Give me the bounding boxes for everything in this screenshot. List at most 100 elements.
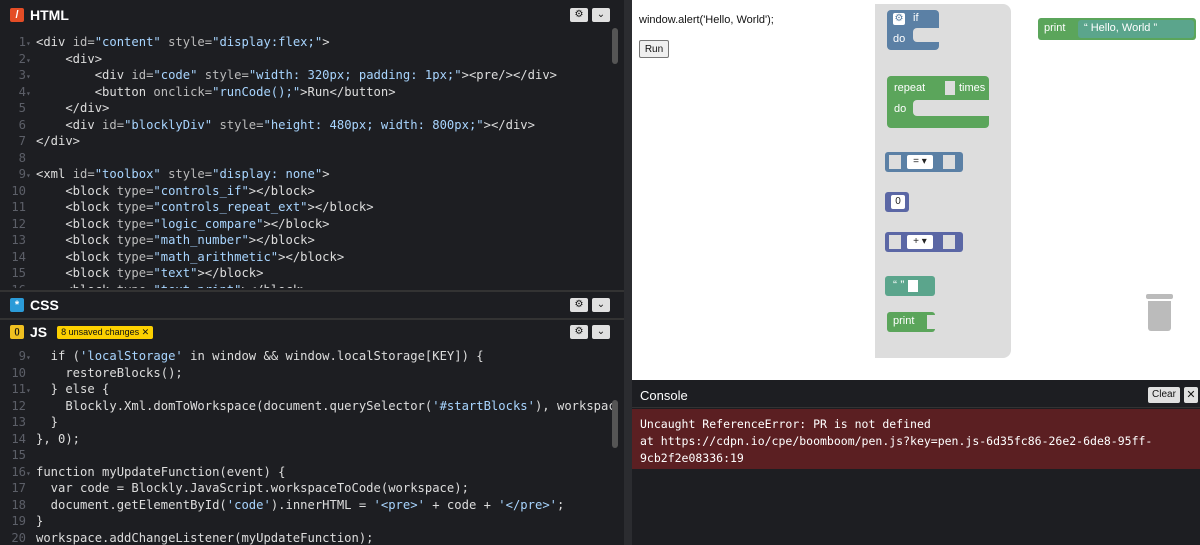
html-settings-gear-icon[interactable]: ⚙ [570, 8, 588, 22]
text-block[interactable]: “ ” [885, 276, 935, 296]
line-number: 16 [11, 464, 26, 479]
text-print-block[interactable]: print [887, 312, 935, 332]
workspace-print-block[interactable]: print “ Hello, World ” [1038, 18, 1196, 40]
line-number: 4 [18, 84, 26, 99]
html-code-line[interactable]: 15 <block type="text"></block> [0, 265, 263, 282]
code-token: ></block> [241, 283, 307, 289]
code-token: <block [36, 233, 117, 247]
html-collapse-chevron-down-icon[interactable]: ⌄ [592, 8, 610, 22]
unsaved-changes-badge[interactable]: 8 unsaved changes ✕ [57, 325, 154, 339]
controls-if-block[interactable]: ⚙ if do [887, 10, 939, 50]
code-token: '<pre>' [373, 497, 425, 512]
gear-icon[interactable]: ⚙ [893, 13, 905, 25]
fold-chevron-icon[interactable]: ▾ [26, 85, 36, 102]
css-panel-header[interactable]: * CSS ⚙ ⌄ [0, 292, 624, 318]
html-panel-header[interactable]: / HTML ⚙ ⌄ [0, 0, 624, 30]
fold-chevron-icon[interactable]: ▾ [26, 349, 36, 366]
workspace-text-value[interactable]: “ Hello, World ” [1084, 22, 1157, 34]
line-number: 12 [11, 216, 26, 231]
js-panel-title: JS [30, 324, 48, 340]
fold-chevron-icon[interactable]: ▾ [26, 382, 36, 399]
arith-operator-dropdown[interactable]: + ▾ [907, 235, 933, 249]
code-token: ><pre/></div> [461, 68, 557, 82]
code-token: + code + [424, 497, 499, 512]
fold-chevron-icon[interactable]: ▾ [26, 35, 36, 52]
panel-resize-gutter[interactable] [624, 0, 632, 545]
js-code-line[interactable]: 18 document.getElementById('code').inner… [0, 497, 564, 514]
html-code-line[interactable]: 9▾ <xml id="toolbox" style="display: none… [0, 166, 330, 183]
html-code-line[interactable]: 12 <block type="logic_compare"></block> [0, 216, 329, 233]
js-scrollbar[interactable] [612, 400, 618, 448]
line-number: 14 [11, 431, 26, 446]
js-code-line[interactable]: 15 [0, 447, 36, 464]
html-code-line[interactable]: 10 <block type="controls_if"></block> [0, 183, 315, 200]
html-code-line[interactable]: 4▾ <button onclick="runCode();">Run</but… [0, 84, 396, 101]
compare-operator-dropdown[interactable]: = ▾ [907, 155, 933, 169]
blockly-toolbox-flyout: ⚙ if do repeat times do = ▾ 0 + ▾ “ ” pr… [875, 4, 1011, 358]
code-token: id= [102, 117, 125, 132]
js-code-line[interactable]: 16▾ function myUpdateFunction(event) { [0, 464, 285, 481]
console-panel: Console Clear ✕ Uncaught ReferenceError:… [632, 380, 1200, 545]
js-code-line[interactable]: 20 workspace.addChangeListener(myUpdateFu… [0, 530, 373, 545]
js-code-line[interactable]: 9▾ if ('localStorage' in window && windo… [0, 348, 484, 365]
html-code-line[interactable]: 5 </div> [0, 100, 110, 117]
html-code-line[interactable]: 11 <block type="controls_repeat_ext"></b… [0, 199, 373, 216]
times-input-slot [945, 81, 955, 95]
code-token: '#startBlocks' [432, 398, 535, 413]
code-token: Blockly.Xml.domToWorkspace(document.quer… [36, 398, 433, 413]
run-button[interactable]: Run [639, 40, 669, 58]
js-code-editor[interactable]: 9▾ if ('localStorage' in window && windo… [0, 344, 612, 545]
line-number: 19 [11, 514, 26, 528]
logic-compare-block[interactable]: = ▾ [885, 152, 963, 172]
fold-chevron-icon[interactable]: ▾ [26, 167, 36, 184]
js-settings-gear-icon[interactable]: ⚙ [570, 325, 588, 339]
workspace-text-block[interactable]: “ Hello, World ” [1078, 20, 1194, 38]
html-code-line[interactable]: 3▾ <div id="code" style="width: 320px; p… [0, 67, 557, 84]
html-code-line[interactable]: 7 </div> [0, 133, 80, 150]
code-token: restoreBlocks(); [36, 365, 183, 380]
html-code-line[interactable]: 16 <block type="text_print"></block> [0, 282, 307, 289]
code-token: function myUpdateFunction(event) { [36, 464, 286, 479]
js-code-line[interactable]: 14}, 0); [0, 431, 80, 448]
trash-icon[interactable] [1146, 292, 1173, 332]
css-settings-gear-icon[interactable]: ⚙ [570, 298, 588, 312]
editor-column: / HTML ⚙ ⌄ 1▾ <div id="content" style="di… [0, 0, 624, 545]
error-line: Uncaught ReferenceError: PR is not defin… [640, 417, 931, 431]
math-number-block[interactable]: 0 [885, 192, 909, 212]
js-code-line[interactable]: 12 Blockly.Xml.domToWorkspace(document.q… [0, 398, 612, 415]
console-close-icon[interactable]: ✕ [1184, 387, 1198, 403]
controls-repeat-block[interactable]: repeat times do [887, 76, 989, 128]
html-code-line[interactable]: 8 [0, 150, 36, 167]
code-token: "blocklyDiv" [124, 117, 213, 132]
math-arithmetic-block[interactable]: + ▾ [885, 232, 963, 252]
code-token: } [36, 514, 44, 528]
code-token: "toolbox" [94, 167, 161, 181]
js-code-line[interactable]: 10 restoreBlocks(); [0, 365, 183, 382]
html-code-line[interactable]: 1▾ <div id="content" style="display:flex;… [0, 34, 330, 51]
html-code-line[interactable]: 2▾ <div> [0, 51, 102, 68]
fold-chevron-icon[interactable]: ▾ [26, 68, 36, 85]
html-code-line[interactable]: 6 <div id="blocklyDiv" style="height: 48… [0, 117, 535, 134]
console-clear-button[interactable]: Clear [1148, 387, 1180, 403]
html-code-line[interactable]: 13 <block type="math_number"></block> [0, 232, 315, 249]
fold-chevron-icon[interactable]: ▾ [26, 465, 36, 482]
html-code-line[interactable]: 14 <block type="math_arithmetic"></block… [0, 249, 344, 266]
js-code-line[interactable]: 11▾ } else { [0, 381, 109, 398]
css-collapse-chevron-down-icon[interactable]: ⌄ [592, 298, 610, 312]
js-code-line[interactable]: 13 } [0, 414, 58, 431]
result-preview: window.alert('Hello, World'); Run ⚙ if d… [632, 0, 1200, 380]
arith-left-slot [889, 235, 901, 249]
js-code-line[interactable]: 19} [0, 513, 43, 530]
code-token: '</pre>' [498, 497, 557, 512]
line-number: 12 [11, 398, 26, 413]
fold-chevron-icon[interactable]: ▾ [26, 52, 36, 69]
html-code-editor[interactable]: 1▾ <div id="content" style="display:flex;… [0, 30, 612, 288]
html-scrollbar[interactable] [612, 28, 618, 64]
js-collapse-chevron-down-icon[interactable]: ⌄ [592, 325, 610, 339]
js-code-line[interactable]: 17 var code = Blockly.JavaScript.workspa… [0, 480, 469, 497]
line-number: 17 [11, 481, 26, 495]
text-value-field[interactable] [908, 280, 918, 292]
number-value-field[interactable]: 0 [891, 195, 905, 209]
code-token: <div> [36, 51, 103, 66]
js-panel-header[interactable]: () JS 8 unsaved changes ✕ ⚙ ⌄ [0, 320, 624, 344]
